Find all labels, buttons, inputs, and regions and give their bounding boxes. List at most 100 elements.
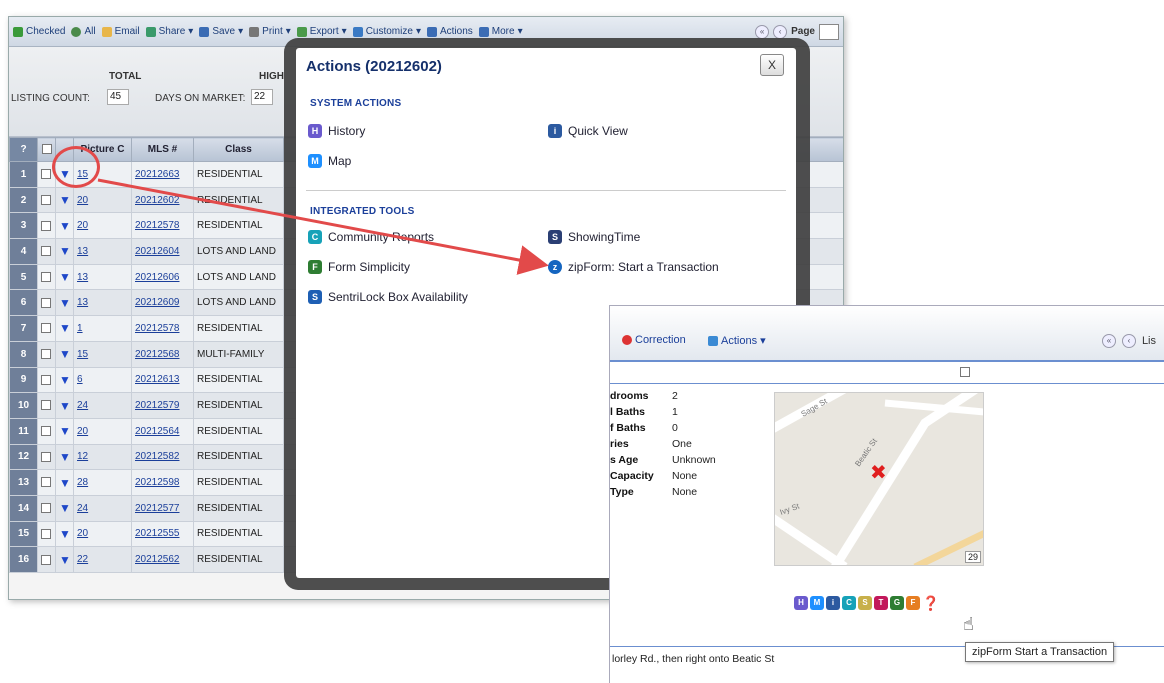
row-plug-cell[interactable]: ▼ (55, 494, 74, 522)
detail-actions-button[interactable]: Actions ▾ (708, 334, 766, 347)
community-reports-action[interactable]: C Community Reports (308, 230, 434, 244)
row-plug-cell[interactable]: ▼ (55, 469, 74, 496)
row-select-cell[interactable] (37, 366, 56, 394)
actions-menu-button[interactable]: Actions (426, 26, 473, 37)
picture-count-link[interactable]: 12 (73, 443, 132, 471)
row-checkbox[interactable] (41, 451, 51, 462)
picture-count-link[interactable]: 6 (73, 366, 132, 394)
plug-icon[interactable]: ▼ (59, 553, 71, 567)
row-checkbox[interactable] (41, 323, 51, 334)
mls-number-link[interactable]: 20212609 (131, 289, 194, 317)
detail-action-icon[interactable]: S (858, 596, 872, 610)
row-plug-cell[interactable]: ▼ (55, 366, 74, 394)
class-header[interactable]: Class (193, 137, 284, 162)
prev-page-button[interactable]: ‹ (773, 24, 788, 39)
picture-count-link[interactable]: 22 (73, 546, 132, 573)
row-plug-cell[interactable]: ▼ (55, 263, 74, 291)
picture-count-link[interactable]: 20 (73, 417, 132, 445)
row-select-cell[interactable] (37, 263, 56, 291)
close-button[interactable]: X (760, 54, 784, 76)
row-checkbox[interactable] (41, 194, 51, 205)
row-plug-cell[interactable]: ▼ (55, 289, 74, 317)
row-plug-cell[interactable]: ▼ (55, 315, 74, 342)
mls-number-header[interactable]: MLS # (131, 137, 194, 162)
row-checkbox[interactable] (41, 554, 51, 565)
customize-button[interactable]: Customize ▾ (352, 26, 421, 37)
row-plug-cell[interactable]: ▼ (55, 186, 74, 214)
plug-icon[interactable]: ▼ (59, 219, 71, 233)
row-checkbox[interactable] (41, 246, 51, 257)
plug-icon[interactable]: ▼ (59, 399, 71, 413)
share-button[interactable]: Share ▾ (145, 26, 193, 37)
plug-icon[interactable]: ▼ (59, 450, 71, 464)
picture-count-link[interactable]: 1 (73, 315, 132, 342)
detail-action-icon[interactable]: i (826, 596, 840, 610)
row-number-header[interactable]: ? (9, 137, 38, 162)
row-checkbox[interactable] (41, 426, 51, 437)
plug-icon[interactable]: ▼ (59, 193, 71, 207)
plug-icon[interactable]: ▼ (59, 424, 71, 438)
showingtime-action[interactable]: S ShowingTime (548, 230, 640, 244)
plug-icon[interactable]: ▼ (59, 270, 71, 284)
mls-number-link[interactable]: 20212579 (131, 392, 194, 419)
picture-count-link[interactable]: 24 (73, 392, 132, 419)
plug-icon[interactable]: ▼ (59, 347, 71, 361)
mls-number-link[interactable]: 20212613 (131, 366, 194, 394)
prev-page-button[interactable]: ‹ (1121, 334, 1136, 348)
mls-number-link[interactable]: 20212598 (131, 469, 194, 496)
row-plug-cell[interactable]: ▼ (55, 520, 74, 548)
mls-number-link[interactable]: 20212602 (131, 186, 194, 214)
email-button[interactable]: Email (101, 26, 140, 37)
export-button[interactable]: Export ▾ (296, 26, 347, 37)
row-select-cell[interactable] (37, 289, 56, 317)
row-select-cell[interactable] (37, 443, 56, 471)
row-checkbox[interactable] (41, 400, 51, 411)
row-select-cell[interactable] (37, 494, 56, 522)
picture-count-link[interactable]: 13 (73, 238, 132, 265)
page-input[interactable] (819, 23, 839, 40)
row-select-cell[interactable] (37, 417, 56, 445)
mls-number-link[interactable]: 20212562 (131, 546, 194, 573)
row-plug-cell[interactable]: ▼ (55, 546, 74, 573)
first-page-button[interactable]: « (1101, 334, 1116, 348)
mls-number-link[interactable]: 20212578 (131, 212, 194, 240)
first-page-button[interactable]: « (755, 24, 770, 39)
row-select-cell[interactable] (37, 186, 56, 214)
map-action[interactable]: M Map (308, 154, 351, 168)
mls-number-link[interactable]: 20212663 (131, 161, 194, 188)
plug-icon[interactable]: ▼ (59, 296, 71, 310)
row-checkbox[interactable] (41, 349, 51, 360)
row-select-cell[interactable] (37, 238, 56, 265)
row-plug-cell[interactable]: ▼ (55, 417, 74, 445)
mls-number-link[interactable]: 20212555 (131, 520, 194, 548)
row-plug-cell[interactable]: ▼ (55, 443, 74, 471)
row-select-cell[interactable] (37, 212, 56, 240)
mls-number-link[interactable]: 20212578 (131, 315, 194, 342)
row-select-cell[interactable] (37, 546, 56, 573)
picture-count-link[interactable]: 20 (73, 186, 132, 214)
detail-action-icon[interactable]: F (906, 596, 920, 610)
mls-number-link[interactable]: 20212568 (131, 340, 194, 368)
quick-view-action[interactable]: i Quick View (548, 124, 628, 138)
row-plug-cell[interactable]: ▼ (55, 212, 74, 240)
row-select-cell[interactable] (37, 469, 56, 496)
print-button[interactable]: Print ▾ (249, 26, 291, 37)
plug-icon[interactable]: ▼ (59, 321, 71, 335)
row-select-cell[interactable] (37, 340, 56, 368)
row-checkbox[interactable] (41, 297, 51, 308)
row-select-cell[interactable] (37, 315, 56, 342)
correction-button[interactable]: Correction (622, 334, 686, 346)
select-all-checkbox[interactable] (41, 144, 52, 155)
detail-action-icon[interactable]: C (842, 596, 856, 610)
more-button[interactable]: More ▾ (478, 26, 523, 37)
plug-icon[interactable]: ▼ (59, 501, 71, 515)
picture-count-link[interactable]: 28 (73, 469, 132, 496)
picture-count-link[interactable]: 20 (73, 212, 132, 240)
select-all-header[interactable] (37, 137, 56, 162)
listing-map[interactable]: Sage St Beatic St Ivy St ✖ 29 (774, 392, 984, 566)
row-checkbox[interactable] (41, 271, 51, 282)
sentrilock-action[interactable]: S SentriLock Box Availability (308, 290, 468, 304)
zipform-action[interactable]: z zipForm: Start a Transaction (548, 260, 719, 274)
checked-button[interactable]: Checked (13, 26, 65, 37)
detail-action-icon[interactable]: G (890, 596, 904, 610)
